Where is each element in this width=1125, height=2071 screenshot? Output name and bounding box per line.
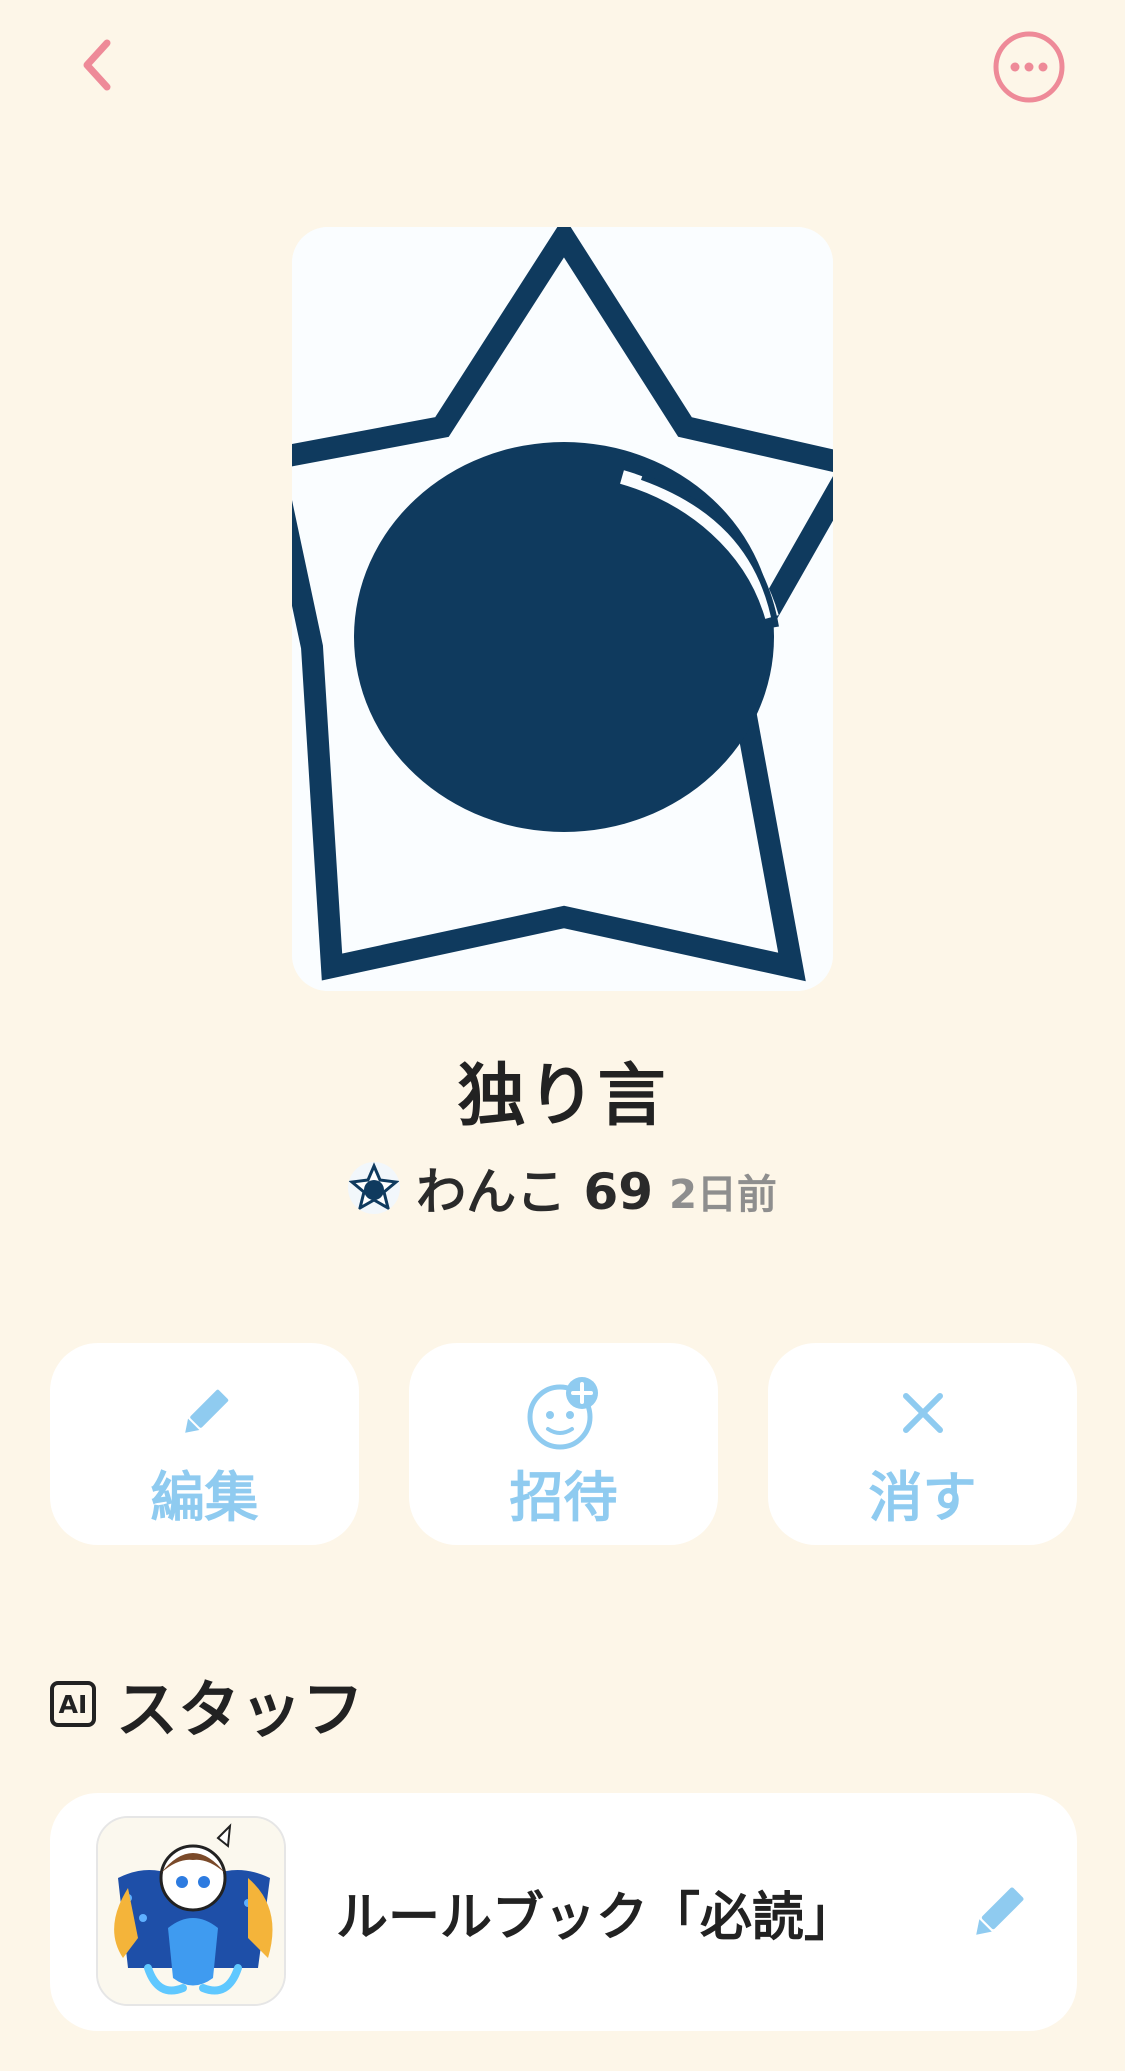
back-button[interactable]: [62, 30, 132, 100]
room-cover-image[interactable]: [292, 227, 833, 991]
author-name: わんこ 69: [416, 1163, 654, 1221]
room-title: 独り言: [457, 1057, 668, 1136]
more-horizontal-circle-icon: [993, 31, 1065, 103]
invite-button[interactable]: 招待: [409, 1343, 718, 1545]
ai-badge: AI: [50, 1681, 96, 1727]
top-bar: [0, 0, 1125, 140]
add-person-icon: [527, 1377, 598, 1450]
staff-edit-button[interactable]: [960, 1875, 1036, 1951]
author-row[interactable]: わんこ 69 2日前: [0, 1152, 1125, 1224]
delete-label: 消す: [868, 1466, 977, 1529]
edit-button[interactable]: 編集: [50, 1343, 359, 1545]
staff-avatar: [96, 1816, 286, 2006]
staff-section-title: スタッフ: [116, 1673, 365, 1746]
invite-label: 招待: [509, 1466, 618, 1529]
action-buttons: 編集 招待 消す: [50, 1343, 1077, 1545]
edit-label: 編集: [150, 1466, 259, 1529]
pencil-icon: [184, 1389, 228, 1433]
staff-name: ルールブック「必読」: [336, 1888, 857, 1948]
delete-button[interactable]: 消す: [768, 1343, 1077, 1545]
star-avatar-image: [292, 227, 833, 991]
post-time: 2日前: [669, 1172, 777, 1218]
pencil-icon: [976, 1887, 1024, 1935]
close-icon: [902, 1393, 943, 1433]
author-avatar: [348, 1162, 401, 1214]
staff-card[interactable]: ルールブック「必読」: [50, 1793, 1077, 2031]
more-button[interactable]: [992, 30, 1066, 104]
staff-section-header: AI スタッフ: [50, 1666, 364, 1746]
chevron-left-icon: [83, 39, 111, 91]
